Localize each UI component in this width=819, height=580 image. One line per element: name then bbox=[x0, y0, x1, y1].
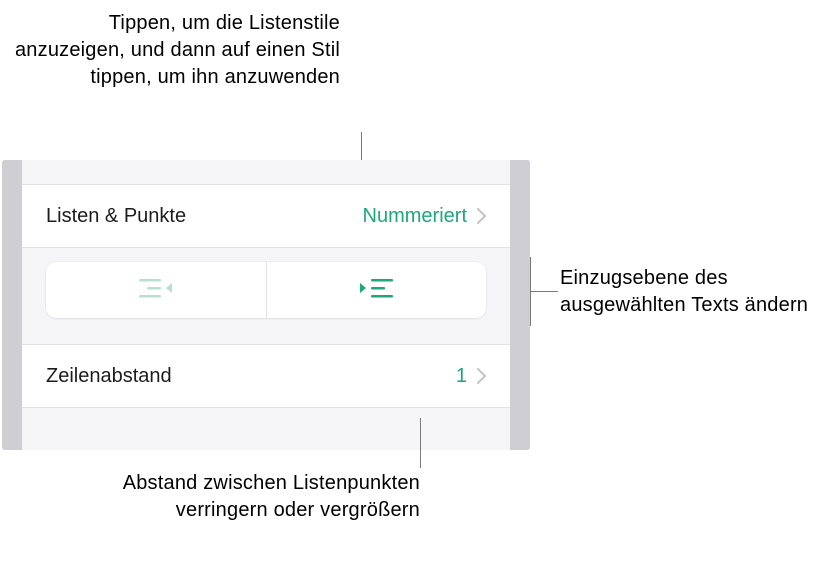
lists-and-bullets-value: Nummeriert bbox=[363, 205, 467, 228]
lists-and-bullets-row[interactable]: Listen & Punkte Nummeriert bbox=[22, 184, 510, 248]
outdent-button[interactable] bbox=[46, 262, 266, 318]
callout-spacing: Abstand zwischen Listenpunkten verringer… bbox=[100, 470, 420, 524]
callout-list-styles: Tippen, um die Listenstile anzuzeigen, u… bbox=[10, 10, 340, 91]
line-spacing-value: 1 bbox=[456, 365, 467, 388]
indent-icon bbox=[359, 276, 393, 305]
line-spacing-row[interactable]: Zeilenabstand 1 bbox=[22, 344, 510, 408]
lists-and-bullets-label: Listen & Punkte bbox=[46, 205, 186, 228]
callout-indent-level: Einzugsebene des ausgewählten Texts ände… bbox=[560, 265, 810, 319]
callout-leader-line bbox=[530, 291, 558, 292]
format-panel-content: Listen & Punkte Nummeriert bbox=[22, 160, 510, 450]
indent-segmented-control bbox=[46, 262, 486, 318]
chevron-right-icon bbox=[477, 368, 486, 384]
line-spacing-label: Zeilenabstand bbox=[46, 365, 172, 388]
chevron-right-icon bbox=[477, 208, 486, 224]
outdent-icon bbox=[139, 276, 173, 305]
section-gap bbox=[22, 332, 510, 344]
indent-button[interactable] bbox=[267, 262, 487, 318]
callout-leader-line bbox=[420, 418, 421, 468]
callout-bracket-line bbox=[530, 257, 531, 292]
callout-bracket-line bbox=[530, 291, 531, 326]
format-panel: Listen & Punkte Nummeriert bbox=[2, 160, 530, 450]
